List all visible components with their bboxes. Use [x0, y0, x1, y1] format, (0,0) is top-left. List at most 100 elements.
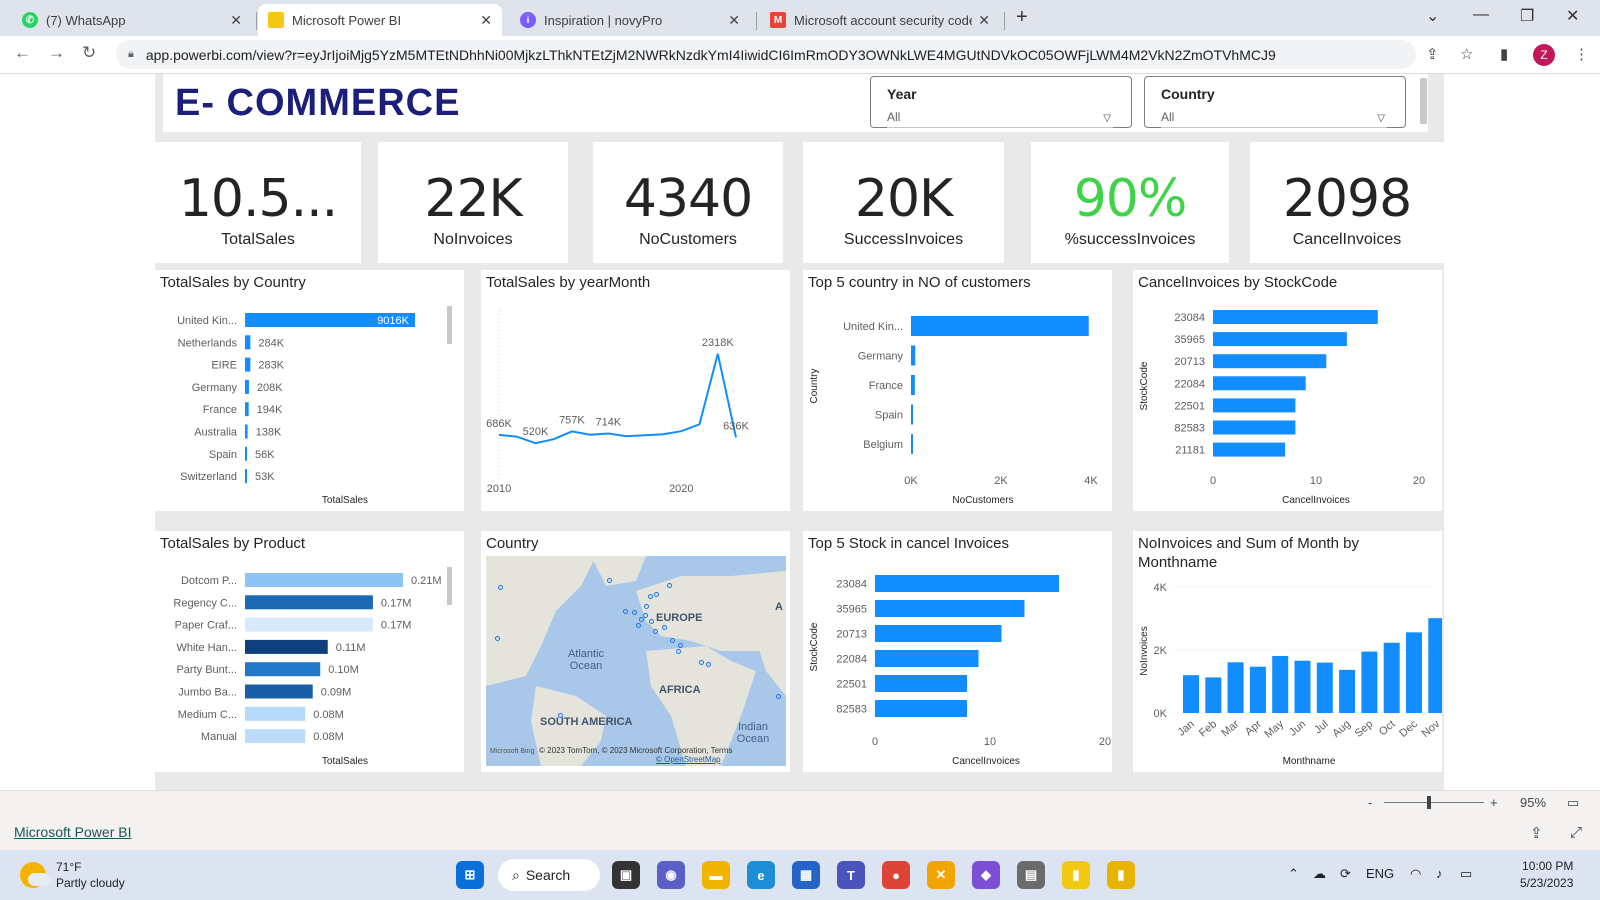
zoom-out-icon[interactable]: -	[1368, 795, 1372, 810]
map-location-dot[interactable]	[776, 694, 781, 699]
forward-icon[interactable]: →	[48, 43, 65, 63]
zoom-in-icon[interactable]: +	[1490, 795, 1498, 810]
visual-top5-country-customers[interactable]: Top 5 country in NO of customers United …	[803, 270, 1112, 511]
back-icon[interactable]: ←	[14, 43, 31, 63]
map-location-dot[interactable]	[706, 662, 711, 667]
tab-powerbi[interactable]: Microsoft Power BI ✕	[258, 4, 502, 36]
map-location-dot[interactable]	[643, 613, 648, 618]
map-attribution[interactable]: © 2023 TomTom, © 2023 Microsoft Corporat…	[539, 746, 732, 755]
map-location-dot[interactable]	[676, 649, 681, 654]
slicer-value[interactable]: All	[1161, 110, 1387, 128]
close-icon[interactable]: ✕	[978, 12, 990, 29]
tab-gmail[interactable]: M Microsoft account security code ✕	[760, 4, 1000, 36]
tab-novypro[interactable]: i Inspiration | novyPro ✕	[510, 4, 750, 36]
zoom-slider-thumb[interactable]	[1427, 796, 1431, 809]
map-location-dot[interactable]	[678, 643, 683, 648]
country-slicer[interactable]: Country All ▽	[1144, 76, 1406, 128]
windows-start-icon[interactable]: ⊞	[456, 861, 484, 889]
sync-icon[interactable]: ⟳	[1340, 866, 1351, 882]
visual-totalsales-by-yearmonth[interactable]: TotalSales by yearMonth 686K 520K 757K 714K…	[481, 270, 790, 511]
menu-kebab-icon[interactable]: ⋮	[1574, 45, 1589, 63]
powerbi-icon[interactable]: ▮	[1062, 861, 1090, 889]
file-explorer-icon[interactable]: ▬	[702, 861, 730, 889]
map-location-dot[interactable]	[639, 617, 644, 622]
map-location-dot[interactable]	[654, 592, 659, 597]
teams-chat-icon[interactable]: ◉	[657, 861, 685, 889]
app-icon[interactable]: ✕	[927, 861, 955, 889]
powerbi-link[interactable]: Microsoft Power BI	[14, 824, 131, 840]
taskbar-search[interactable]: ⌕ Search	[498, 859, 600, 891]
minimize-icon[interactable]: —	[1473, 6, 1489, 24]
world-map[interactable]: EUROPE Atlantic Ocean AFRICA SOUTH AMERI…	[486, 556, 786, 766]
visual-totalsales-by-country[interactable]: TotalSales by Country United Kin... 9016K…	[155, 270, 464, 511]
share-icon[interactable]: ⇪	[1426, 45, 1439, 63]
map-location-dot[interactable]	[636, 623, 641, 628]
powerbi-bottom-bar: Microsoft Power BI ⇪ ⤢	[0, 814, 1600, 850]
visual-noinvoices-by-month[interactable]: NoInvoices and Sum of Month by Monthname…	[1133, 531, 1442, 772]
map-location-dot[interactable]	[623, 609, 628, 614]
document-app-icon[interactable]: ▤	[1017, 861, 1045, 889]
new-tab-button[interactable]: +	[1016, 6, 1028, 29]
edge-icon[interactable]: e	[747, 861, 775, 889]
visual-studio-icon[interactable]: ◆	[972, 861, 1000, 889]
system-clock[interactable]: 10:00 PM 5/23/2023	[1520, 858, 1573, 892]
map-location-dot[interactable]	[632, 610, 637, 615]
wifi-icon[interactable]: ◠	[1410, 866, 1421, 882]
map-location-dot[interactable]	[607, 578, 612, 583]
weather-widget[interactable]: 71°F Partly cloudy	[20, 859, 125, 891]
side-panel-icon[interactable]: ▮	[1500, 45, 1508, 63]
task-view-icon[interactable]: ▣	[612, 861, 640, 889]
map-location-dot[interactable]	[667, 583, 672, 588]
map-location-dot[interactable]	[670, 638, 675, 643]
year-slicer[interactable]: Year All ▽	[870, 76, 1132, 128]
map-location-dot[interactable]	[498, 585, 503, 590]
visual-country-map[interactable]: Country EUROPE Atlantic Ocean AFRICA SOU…	[481, 531, 790, 772]
visual-top5-stock-cancel[interactable]: Top 5 Stock in cancel Invoices 23084 3596…	[803, 531, 1112, 772]
chevron-down-icon[interactable]: ▽	[1103, 113, 1111, 124]
share-icon[interactable]: ⇪	[1530, 824, 1543, 842]
close-icon[interactable]: ✕	[230, 12, 242, 29]
bar	[245, 424, 248, 439]
battery-icon[interactable]: ▭	[1460, 866, 1472, 882]
zoom-level[interactable]: 95%	[1520, 795, 1546, 810]
volume-icon[interactable]: ♪	[1436, 866, 1443, 881]
window-close-icon[interactable]: ✕	[1566, 6, 1579, 26]
bookmark-star-icon[interactable]: ☆	[1460, 45, 1473, 63]
fit-page-icon[interactable]: ▭	[1567, 795, 1579, 811]
tray-chevron-icon[interactable]: ⌃	[1288, 866, 1299, 882]
reload-icon[interactable]: ↻	[82, 43, 96, 63]
address-bar[interactable]: 🔒︎ app.powerbi.com/view?r=eyJrIjoiMjg5Yz…	[116, 40, 1416, 69]
category-label: Australia	[194, 427, 238, 439]
zoom-slider-track[interactable]	[1384, 802, 1484, 803]
fullscreen-icon[interactable]: ⤢	[1570, 824, 1582, 841]
profile-avatar[interactable]: Z	[1533, 44, 1555, 66]
restore-icon[interactable]: ❐	[1520, 6, 1534, 26]
visual-cancelinvoices-by-stockcode[interactable]: CancelInvoices by StockCode 23084 35965 20…	[1133, 270, 1442, 511]
category-label: United Kin...	[843, 321, 903, 333]
bar	[875, 650, 979, 667]
onedrive-icon[interactable]: ☁	[1313, 866, 1326, 882]
tab-whatsapp[interactable]: ✆ (7) WhatsApp ✕	[12, 4, 252, 36]
chevron-down-icon[interactable]: ▽	[1377, 113, 1385, 124]
visual-totalsales-by-product[interactable]: TotalSales by Product Dotcom P... 0.21M Re…	[155, 531, 464, 772]
map-location-dot[interactable]	[648, 594, 653, 599]
language-indicator[interactable]: ENG	[1366, 866, 1394, 881]
close-icon[interactable]: ✕	[480, 12, 492, 29]
bar	[1205, 677, 1222, 713]
teams-icon[interactable]: T	[837, 861, 865, 889]
map-location-dot[interactable]	[644, 604, 649, 609]
map-location-dot[interactable]	[699, 660, 704, 665]
header-scrollbar[interactable]	[1420, 78, 1427, 124]
store-icon[interactable]: ▦	[792, 861, 820, 889]
close-icon[interactable]: ✕	[728, 12, 740, 29]
chrome-icon[interactable]: ●	[882, 861, 910, 889]
slicer-value[interactable]: All	[887, 110, 1113, 128]
osm-link[interactable]: © OpenStreetMap	[656, 755, 721, 764]
powerbi-report-server-icon[interactable]: ▮	[1107, 861, 1135, 889]
map-location-dot[interactable]	[495, 636, 500, 641]
map-location-dot[interactable]	[662, 625, 667, 630]
map-label-indian-ocean: Indian Ocean	[736, 721, 770, 745]
tab-search-chevron-icon[interactable]: ⌄	[1426, 6, 1439, 26]
map-location-dot[interactable]	[653, 629, 658, 634]
map-location-dot[interactable]	[649, 619, 654, 624]
